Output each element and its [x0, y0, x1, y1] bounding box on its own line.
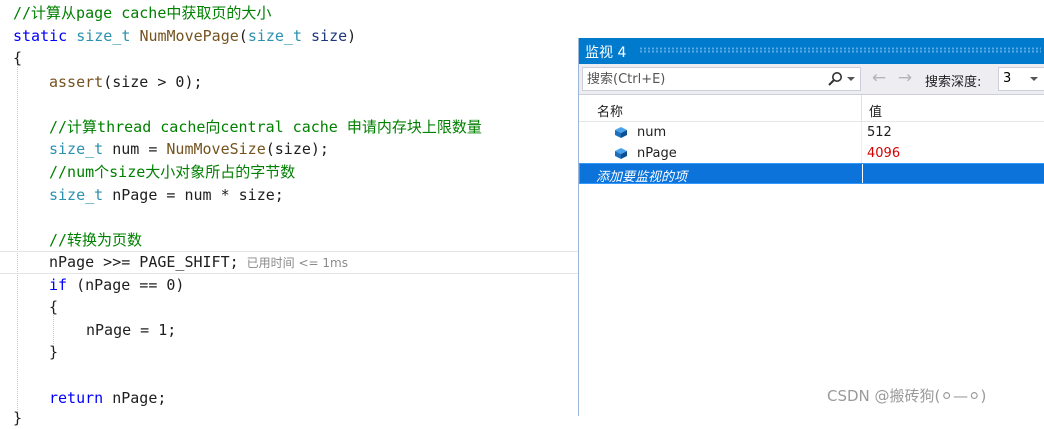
- type: size_t: [49, 186, 104, 204]
- code-line-comment: //num个size大小对象所占的字节数: [49, 163, 296, 181]
- function-name: assert: [49, 73, 104, 91]
- watch-row-name: num: [637, 125, 667, 140]
- code-line-signature: static size_t NumMovePage(size_t size): [13, 25, 356, 47]
- code-line-npage: size_t nPage = num * size;: [49, 184, 284, 206]
- drag-grip[interactable]: [639, 47, 1041, 53]
- column-divider: [861, 143, 862, 164]
- column-divider[interactable]: [861, 95, 862, 121]
- code-line-if: if (nPage == 0): [49, 274, 184, 296]
- type: size_t: [76, 27, 131, 45]
- search-depth-select[interactable]: 3: [998, 67, 1044, 91]
- code-text: (size > 0);: [103, 73, 203, 91]
- type: size_t: [247, 27, 302, 45]
- code-text: (size);: [265, 140, 329, 158]
- watch-row-value[interactable]: 4096: [867, 146, 900, 161]
- column-divider: [862, 164, 863, 183]
- code-line-assert: assert(size > 0);: [49, 71, 203, 93]
- code-line-brace: {: [13, 49, 23, 67]
- code-text: >>= PAGE_SHIFT;: [94, 253, 239, 271]
- search-box[interactable]: [582, 67, 861, 91]
- keyword: return: [49, 389, 104, 407]
- type: size_t: [49, 140, 104, 158]
- magnifier-icon[interactable]: [827, 71, 843, 87]
- watch-row-value[interactable]: 512: [867, 125, 892, 140]
- param: size: [311, 27, 348, 45]
- function-name: NumMovePage: [139, 27, 239, 45]
- column-divider: [861, 122, 862, 143]
- code-line-assign: nPage = 1;: [86, 321, 177, 339]
- code-line-return: return nPage;: [49, 387, 166, 409]
- code-line-comment: //计算thread cache向central cache 申请内存块上限数量: [49, 118, 482, 136]
- column-header-name[interactable]: 名称: [597, 101, 623, 120]
- code-text: num =: [103, 140, 167, 158]
- keyword: if: [49, 276, 68, 294]
- chevron-down-icon: [1030, 77, 1038, 81]
- chevron-down-icon[interactable]: [847, 77, 855, 81]
- arrow-left-icon[interactable]: ←: [869, 69, 889, 87]
- add-watch-item-row[interactable]: 添加要监视的项: [579, 163, 1044, 185]
- watch-title-bar[interactable]: 监视 4: [579, 38, 1044, 64]
- watch-window: 监视 4 ← → 搜索深度: 3 名称 值 num: [578, 38, 1044, 416]
- code-line-brace: }: [13, 409, 23, 427]
- arrow-right-icon[interactable]: →: [895, 69, 915, 87]
- watch-row[interactable]: num 512: [579, 122, 1044, 143]
- column-header-value[interactable]: 值: [869, 101, 882, 120]
- code-line-brace: {: [49, 298, 59, 316]
- variable: nPage: [49, 253, 95, 271]
- code-line-comment: //转换为页数: [49, 231, 143, 249]
- keyword: static: [13, 27, 68, 45]
- watermark: CSDN @搬砖狗(⚪—⚪): [827, 387, 987, 405]
- code-line-brace: }: [49, 343, 59, 361]
- search-depth-value: 3: [1003, 71, 1012, 86]
- paren: ): [347, 27, 357, 45]
- code-text: nPage = num * size;: [103, 186, 284, 204]
- watch-title: 监视 4: [585, 45, 627, 61]
- code-line-shift: nPage >>= PAGE_SHIFT; 已用时间 <= 1ms: [49, 251, 348, 273]
- watch-column-header: 名称 值: [579, 95, 1044, 122]
- indent-guide: [17, 60, 18, 416]
- add-watch-item-placeholder[interactable]: 添加要监视的项: [596, 166, 687, 185]
- watch-toolbar: ← → 搜索深度: 3: [579, 64, 1044, 95]
- code-line-comment: //计算从page cache中获取页的大小: [13, 4, 272, 22]
- paren: (: [238, 27, 248, 45]
- watch-row[interactable]: nPage 4096: [579, 143, 1044, 164]
- code-line-num: size_t num = NumMoveSize(size);: [49, 138, 329, 160]
- variable-cube-icon: [615, 127, 627, 138]
- code-text: (nPage == 0): [67, 276, 185, 294]
- variable-cube-icon: [615, 148, 627, 159]
- function-name: NumMoveSize: [166, 140, 266, 158]
- code-text: nPage;: [103, 389, 167, 407]
- perf-tip: 已用时间 <= 1ms: [246, 256, 348, 270]
- search-input[interactable]: [587, 70, 812, 88]
- search-depth-label: 搜索深度:: [925, 75, 982, 90]
- watch-row-name: nPage: [637, 146, 677, 161]
